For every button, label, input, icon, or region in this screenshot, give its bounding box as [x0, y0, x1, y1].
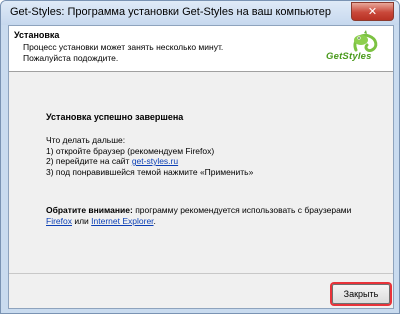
window-title: Get-Styles: Программа установки Get-Styl… [10, 6, 331, 18]
step-2-prefix: 2) перейдите на сайт [46, 156, 132, 166]
or-text: или [71, 216, 92, 226]
close-icon: ✕ [367, 5, 378, 18]
logo-text: GetStyles [326, 51, 372, 62]
notice-paragraph: Обратите внимание: программу рекомендует… [46, 205, 386, 227]
notice-text: программу рекомендуется использовать с б… [132, 205, 352, 215]
footer-divider [9, 273, 393, 274]
getstyles-logo: GetStyles [322, 29, 384, 67]
step-3-text: 3) под понравившейся темой нажмите «Прим… [46, 166, 254, 177]
notice-period: . [153, 216, 156, 226]
step-1-text: 1) откройте браузер (рекомендуем Firefox… [46, 145, 215, 156]
success-heading: Установка успешно завершена [46, 112, 184, 122]
header-description: Процесс установки может занять несколько… [23, 42, 263, 64]
installer-window: Get-Styles: Программа установки Get-Styl… [0, 0, 400, 314]
header-panel: Установка Процесс установки может занять… [9, 26, 393, 72]
notice-bold-label: Обратите внимание: [46, 205, 133, 215]
close-dialog-button[interactable]: Закрыть [332, 284, 390, 304]
window-close-button[interactable]: ✕ [351, 2, 394, 21]
step-2: 2) перейдите на сайт get-styles.ru [46, 156, 386, 167]
header-title: Установка [14, 30, 60, 40]
get-styles-link[interactable]: get-styles.ru [132, 156, 178, 166]
main-content: Установка успешно завершена Что делать д… [46, 112, 386, 227]
header-description-line1: Процесс установки может занять несколько… [23, 42, 224, 52]
internet-explorer-link[interactable]: Internet Explorer [91, 216, 153, 226]
title-bar[interactable]: Get-Styles: Программа установки Get-Styl… [1, 1, 399, 25]
firefox-link[interactable]: Firefox [46, 216, 72, 226]
installer-client-area: Установка Процесс установки может занять… [8, 25, 394, 309]
next-steps-label: Что делать дальше: [46, 135, 126, 145]
header-description-line2: Пожалуйста подождите. [23, 53, 119, 63]
